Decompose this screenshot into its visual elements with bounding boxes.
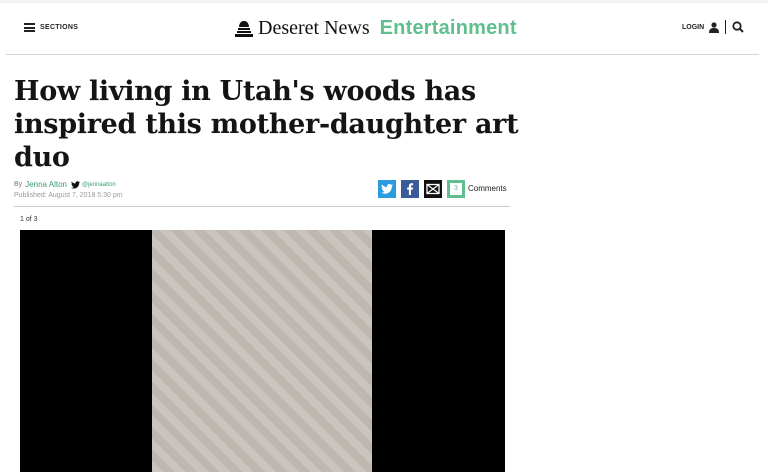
site-brand-link[interactable]: Deseret News Entertainment xyxy=(234,17,517,40)
byline: By Jenna Alton @jennaalton xyxy=(14,180,116,189)
deseret-news-logo xyxy=(235,20,253,37)
search-icon[interactable] xyxy=(732,21,744,33)
share-comments-button[interactable]: 3 xyxy=(447,180,465,198)
section-name: Entertainment xyxy=(379,17,517,39)
author-link[interactable]: Jenna Alton xyxy=(25,180,67,189)
photo-gallery[interactable] xyxy=(20,230,505,472)
gallery-photo-placeholder xyxy=(152,230,372,472)
comment-count: 3 xyxy=(450,183,462,195)
article-divider xyxy=(14,206,510,207)
brand-name: Deseret News xyxy=(258,17,370,39)
site-header: SECTIONS Deseret News Entertainment LOGI… xyxy=(6,3,759,55)
sections-menu-button[interactable]: SECTIONS xyxy=(24,23,78,32)
twitter-handle-link[interactable]: @jennaalton xyxy=(82,182,116,188)
share-twitter-button[interactable] xyxy=(378,180,396,198)
byline-prefix: By xyxy=(14,181,23,188)
header-divider xyxy=(725,20,726,34)
login-link[interactable]: LOGIN xyxy=(682,24,704,31)
hamburger-icon xyxy=(24,23,35,32)
sections-label: SECTIONS xyxy=(40,24,79,31)
share-facebook-button[interactable] xyxy=(401,180,419,198)
twitter-icon xyxy=(381,184,393,194)
facebook-icon xyxy=(407,183,414,195)
comments-link[interactable]: Comments xyxy=(468,184,507,193)
email-icon xyxy=(426,183,440,195)
user-icon[interactable] xyxy=(709,22,719,33)
gallery-counter: 1 of 3 xyxy=(20,216,38,223)
twitter-icon[interactable] xyxy=(71,180,80,189)
article-headline: How living in Utah's woods has inspired … xyxy=(14,76,519,173)
published-date: Published: August 7, 2018 5:30 pm xyxy=(14,192,123,199)
share-email-button[interactable] xyxy=(424,180,442,198)
